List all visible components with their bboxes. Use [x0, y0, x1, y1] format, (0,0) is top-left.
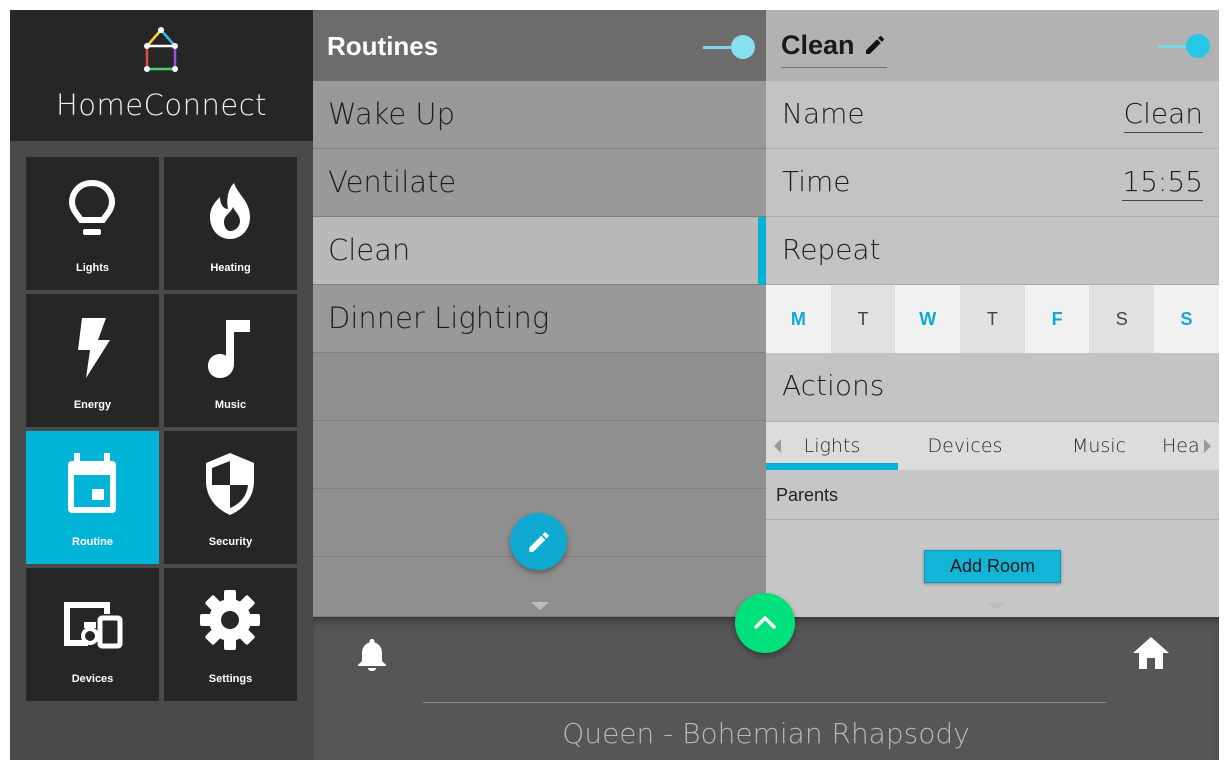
- homeconnect-logo-icon: [144, 27, 178, 72]
- day-toggle-friday[interactable]: F: [1024, 285, 1090, 353]
- nav-tile-settings[interactable]: Settings: [164, 568, 297, 701]
- day-toggle-tuesday[interactable]: T: [830, 285, 896, 353]
- details-header: Clean: [766, 10, 1219, 81]
- room-label: Parents: [776, 485, 839, 505]
- now-playing-divider: [423, 702, 1106, 703]
- nav-tile-label: Energy: [73, 399, 112, 411]
- add-room-button[interactable]: Add Room: [924, 550, 1061, 583]
- actions-tab-bar: Lights Devices Music Hea: [766, 422, 1219, 470]
- routine-item-dinner-lighting[interactable]: Dinner Lighting: [313, 285, 766, 353]
- calendar-icon: [68, 453, 116, 513]
- active-tab-indicator: [766, 463, 898, 470]
- selection-indicator: [758, 217, 766, 285]
- routines-enable-toggle[interactable]: [703, 35, 755, 59]
- shield-icon: [206, 453, 254, 515]
- time-row: Time 15:55: [766, 149, 1219, 217]
- tab-music[interactable]: Music: [1032, 422, 1166, 470]
- routine-item-clean[interactable]: Clean: [313, 217, 766, 285]
- routine-label: Dinner Lighting: [328, 301, 550, 335]
- nav-tile-heating[interactable]: Heating: [164, 157, 297, 290]
- nav-tile-label: Music: [214, 399, 247, 411]
- routine-details-panel: Clean Name Clean Time 15:55 Repeat M T W…: [766, 10, 1219, 617]
- name-label: Name: [782, 97, 865, 130]
- routines-title: Routines: [327, 31, 439, 61]
- tab-label: Lights: [803, 435, 861, 457]
- time-label: Time: [782, 165, 851, 198]
- nav-tile-music[interactable]: Music: [164, 294, 297, 427]
- lightning-icon: [78, 318, 110, 378]
- tab-label: Music: [1071, 435, 1127, 457]
- repeat-day-picker: M T W T F S S: [766, 285, 1219, 353]
- tab-label: Hea: [1162, 435, 1200, 457]
- actions-row: Actions: [766, 353, 1219, 422]
- brand-header: HomeConnect: [10, 10, 313, 141]
- routine-item-wake-up[interactable]: Wake Up: [313, 81, 766, 149]
- nav-tile-label: Settings: [208, 673, 253, 685]
- bell-icon[interactable]: [358, 637, 386, 671]
- gear-icon: [200, 590, 260, 650]
- day-toggle-monday[interactable]: M: [766, 285, 831, 353]
- routine-label: Clean: [328, 233, 411, 267]
- chevron-up-icon: [754, 616, 776, 629]
- day-toggle-wednesday[interactable]: W: [895, 285, 961, 353]
- toggle-knob: [731, 35, 755, 59]
- nav-tile-label: Lights: [76, 262, 109, 274]
- devices-icon: [64, 602, 123, 649]
- name-field[interactable]: Clean: [1123, 97, 1203, 133]
- details-title-text: Clean: [781, 30, 855, 60]
- tab-scroll-right-arrow[interactable]: [1204, 439, 1211, 453]
- now-playing-text[interactable]: Queen - Bohemian Rhapsody: [313, 717, 1219, 750]
- app-window: HomeConnect Lights Heating Energy Music …: [10, 10, 1219, 760]
- repeat-row: Repeat: [766, 217, 1219, 285]
- day-toggle-saturday[interactable]: S: [1089, 285, 1155, 353]
- nav-tile-devices[interactable]: Devices: [26, 568, 159, 701]
- pencil-icon: [529, 532, 549, 552]
- nav-tile-routine[interactable]: Routine: [26, 431, 159, 564]
- nav-tile-lights[interactable]: Lights: [26, 157, 159, 290]
- toggle-knob: [1186, 34, 1210, 58]
- routine-enable-toggle[interactable]: [1158, 34, 1210, 58]
- routine-label: Ventilate: [328, 165, 457, 199]
- routine-label: Wake Up: [328, 97, 456, 131]
- sidebar: HomeConnect Lights Heating Energy Music …: [10, 10, 313, 760]
- nav-tile-label: Heating: [210, 262, 251, 274]
- flame-icon: [210, 183, 250, 239]
- app-name: HomeConnect: [55, 88, 268, 122]
- nav-tile-label: Devices: [71, 673, 114, 685]
- time-field[interactable]: 15:55: [1122, 165, 1203, 201]
- nav-tile-label: Routine: [72, 536, 113, 548]
- edit-routine-button[interactable]: [510, 513, 567, 570]
- tab-devices[interactable]: Devices: [898, 422, 1032, 470]
- actions-label: Actions: [782, 369, 885, 402]
- repeat-label: Repeat: [782, 233, 881, 266]
- nav-tile-security[interactable]: Security: [164, 431, 297, 564]
- tab-label: Devices: [927, 435, 1003, 457]
- tab-lights[interactable]: Lights: [766, 422, 898, 470]
- expand-player-button[interactable]: [735, 593, 795, 653]
- day-toggle-thursday[interactable]: T: [960, 285, 1025, 353]
- room-list-item[interactable]: Parents: [766, 470, 1219, 520]
- pencil-icon: [865, 35, 884, 54]
- scroll-down-caret[interactable]: [531, 602, 549, 610]
- name-row: Name Clean: [766, 81, 1219, 149]
- nav-tile-label: Security: [208, 536, 253, 548]
- routines-header: Routines: [313, 10, 766, 81]
- routine-item-ventilate[interactable]: Ventilate: [313, 149, 766, 217]
- home-icon[interactable]: [1133, 637, 1169, 669]
- nav-tile-energy[interactable]: Energy: [26, 294, 159, 427]
- routine-empty-row: [313, 421, 766, 489]
- music-note-icon: [208, 320, 250, 378]
- lightbulb-icon: [68, 179, 116, 235]
- routine-empty-row: [313, 353, 766, 421]
- details-title[interactable]: Clean: [781, 30, 887, 68]
- day-toggle-sunday[interactable]: S: [1154, 285, 1219, 353]
- scroll-down-caret[interactable]: [988, 602, 1006, 610]
